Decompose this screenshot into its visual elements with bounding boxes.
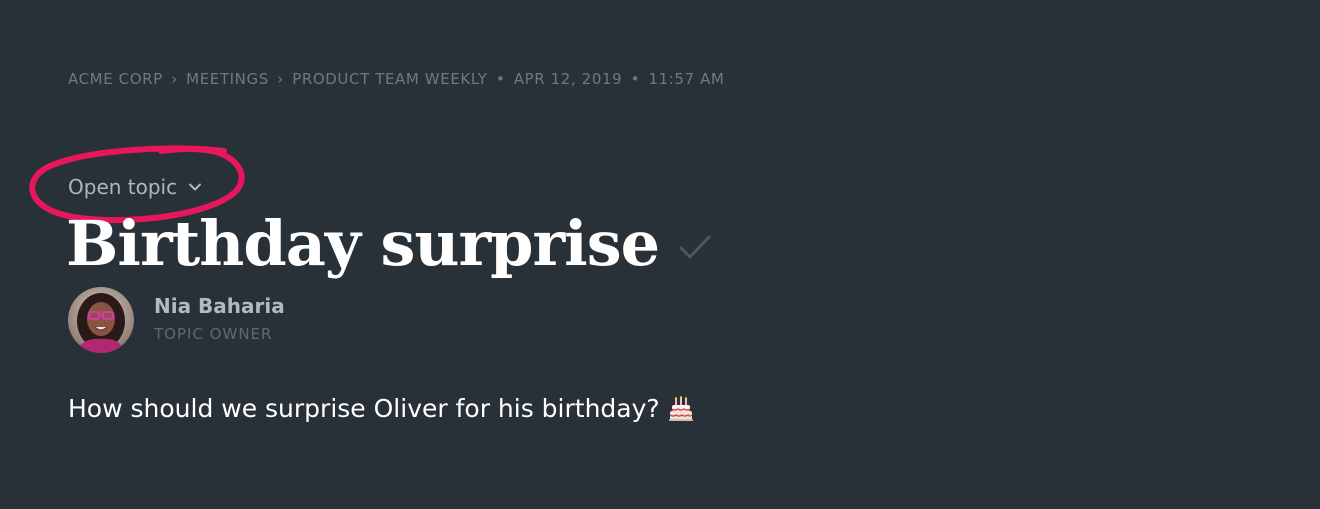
- topic-title-row: Birthday surprise: [66, 204, 713, 284]
- breadcrumb-section[interactable]: MEETINGS: [186, 70, 269, 88]
- owner-role: TOPIC OWNER: [154, 325, 273, 343]
- topic-owner: Nia Baharia TOPIC OWNER: [68, 287, 285, 353]
- breadcrumb-separator: •: [495, 70, 506, 88]
- topic-title[interactable]: Birthday surprise: [66, 204, 660, 284]
- breadcrumb-separator: ›: [171, 70, 178, 88]
- breadcrumb-separator: •: [630, 70, 641, 88]
- breadcrumb-separator: ›: [277, 70, 284, 88]
- meeting-date: APR 12, 2019: [513, 70, 623, 88]
- breadcrumb-meeting[interactable]: PRODUCT TEAM WEEKLY: [292, 70, 487, 88]
- meeting-time: 11:57 AM: [648, 70, 725, 88]
- avatar[interactable]: [68, 287, 134, 353]
- birthday-cake-icon: [668, 395, 693, 421]
- chevron-down-icon: [189, 183, 202, 191]
- topic-status-label: Open topic: [68, 175, 178, 199]
- owner-name[interactable]: Nia Baharia: [154, 294, 285, 318]
- owner-info: Nia Baharia TOPIC OWNER: [154, 294, 285, 343]
- breadcrumb: ACME CORP › MEETINGS › PRODUCT TEAM WEEK…: [68, 70, 724, 88]
- check-icon[interactable]: [677, 232, 713, 262]
- breadcrumb-org[interactable]: ACME CORP: [68, 70, 163, 88]
- topic-description[interactable]: How should we surprise Oliver for his bi…: [68, 394, 694, 423]
- topic-description-text: How should we surprise Oliver for his bi…: [68, 394, 660, 423]
- topic-status-dropdown[interactable]: Open topic: [68, 175, 203, 199]
